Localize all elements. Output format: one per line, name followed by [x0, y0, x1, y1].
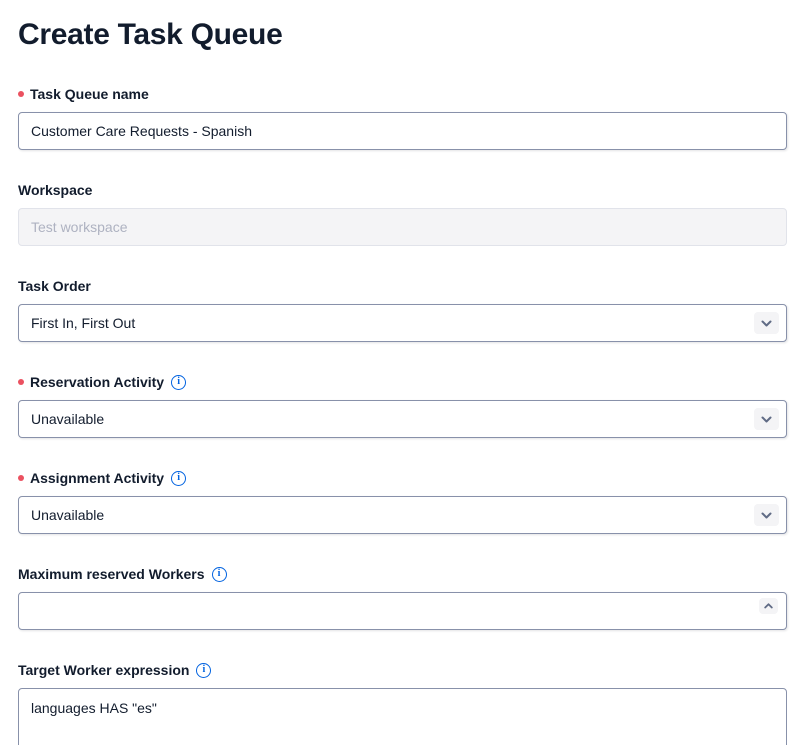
- maximum-reserved-workers-control: [18, 592, 787, 630]
- info-icon[interactable]: i: [171, 375, 186, 390]
- assignment-activity-label-text: Assignment Activity: [30, 468, 164, 488]
- workspace-control: [18, 208, 787, 246]
- workspace-input: [19, 209, 786, 245]
- maximum-reserved-workers-label: Maximum reserved Workers i: [18, 564, 787, 584]
- assignment-activity-control: Unavailable: [18, 496, 787, 534]
- reservation-activity-select[interactable]: Unavailable: [19, 401, 786, 437]
- info-icon[interactable]: i: [212, 567, 227, 582]
- create-task-queue-form: Create Task Queue Task Queue name Worksp…: [0, 0, 808, 745]
- assignment-activity-label: Assignment Activity i: [18, 468, 787, 488]
- required-indicator: [18, 475, 24, 481]
- target-worker-expression-control: [18, 688, 787, 745]
- task-order-dropdown-button[interactable]: [754, 312, 779, 334]
- reservation-activity-label-text: Reservation Activity: [30, 372, 164, 392]
- field-workspace: Workspace: [18, 180, 787, 246]
- chevron-down-icon: [761, 320, 772, 327]
- maximum-reserved-workers-label-text: Maximum reserved Workers: [18, 564, 205, 584]
- chevron-down-icon: [761, 512, 772, 519]
- required-indicator: [18, 91, 24, 97]
- workspace-label: Workspace: [18, 180, 787, 200]
- task-order-label-text: Task Order: [18, 276, 91, 296]
- field-target-worker-expression: Target Worker expression i: [18, 660, 787, 745]
- task-order-control: First In, First Out: [18, 304, 787, 342]
- target-worker-expression-label-text: Target Worker expression: [18, 660, 189, 680]
- field-task-order: Task Order First In, First Out: [18, 276, 787, 342]
- task-queue-name-label: Task Queue name: [18, 84, 787, 104]
- task-queue-name-control: [18, 112, 787, 150]
- task-queue-name-label-text: Task Queue name: [30, 84, 149, 104]
- field-reservation-activity: Reservation Activity i Unavailable: [18, 372, 787, 438]
- task-queue-name-input[interactable]: [19, 113, 786, 149]
- assignment-activity-select[interactable]: Unavailable: [19, 497, 786, 533]
- reservation-activity-control: Unavailable: [18, 400, 787, 438]
- chevron-up-icon: [764, 603, 773, 609]
- task-order-select[interactable]: First In, First Out: [19, 305, 786, 341]
- field-assignment-activity: Assignment Activity i Unavailable: [18, 468, 787, 534]
- page-title: Create Task Queue: [18, 16, 787, 54]
- target-worker-expression-textarea[interactable]: [19, 689, 786, 745]
- info-icon[interactable]: i: [171, 471, 186, 486]
- task-order-selected-value: First In, First Out: [31, 315, 135, 331]
- reservation-activity-label: Reservation Activity i: [18, 372, 787, 392]
- field-task-queue-name: Task Queue name: [18, 84, 787, 150]
- stepper-up-button[interactable]: [759, 598, 778, 614]
- reservation-activity-selected-value: Unavailable: [31, 411, 104, 427]
- task-order-label: Task Order: [18, 276, 787, 296]
- workspace-label-text: Workspace: [18, 180, 92, 200]
- info-icon[interactable]: i: [196, 663, 211, 678]
- maximum-reserved-workers-input[interactable]: [19, 593, 786, 629]
- assignment-activity-dropdown-button[interactable]: [754, 504, 779, 526]
- field-maximum-reserved-workers: Maximum reserved Workers i: [18, 564, 787, 630]
- reservation-activity-dropdown-button[interactable]: [754, 408, 779, 430]
- target-worker-expression-label: Target Worker expression i: [18, 660, 787, 680]
- required-indicator: [18, 379, 24, 385]
- chevron-down-icon: [761, 416, 772, 423]
- assignment-activity-selected-value: Unavailable: [31, 507, 104, 523]
